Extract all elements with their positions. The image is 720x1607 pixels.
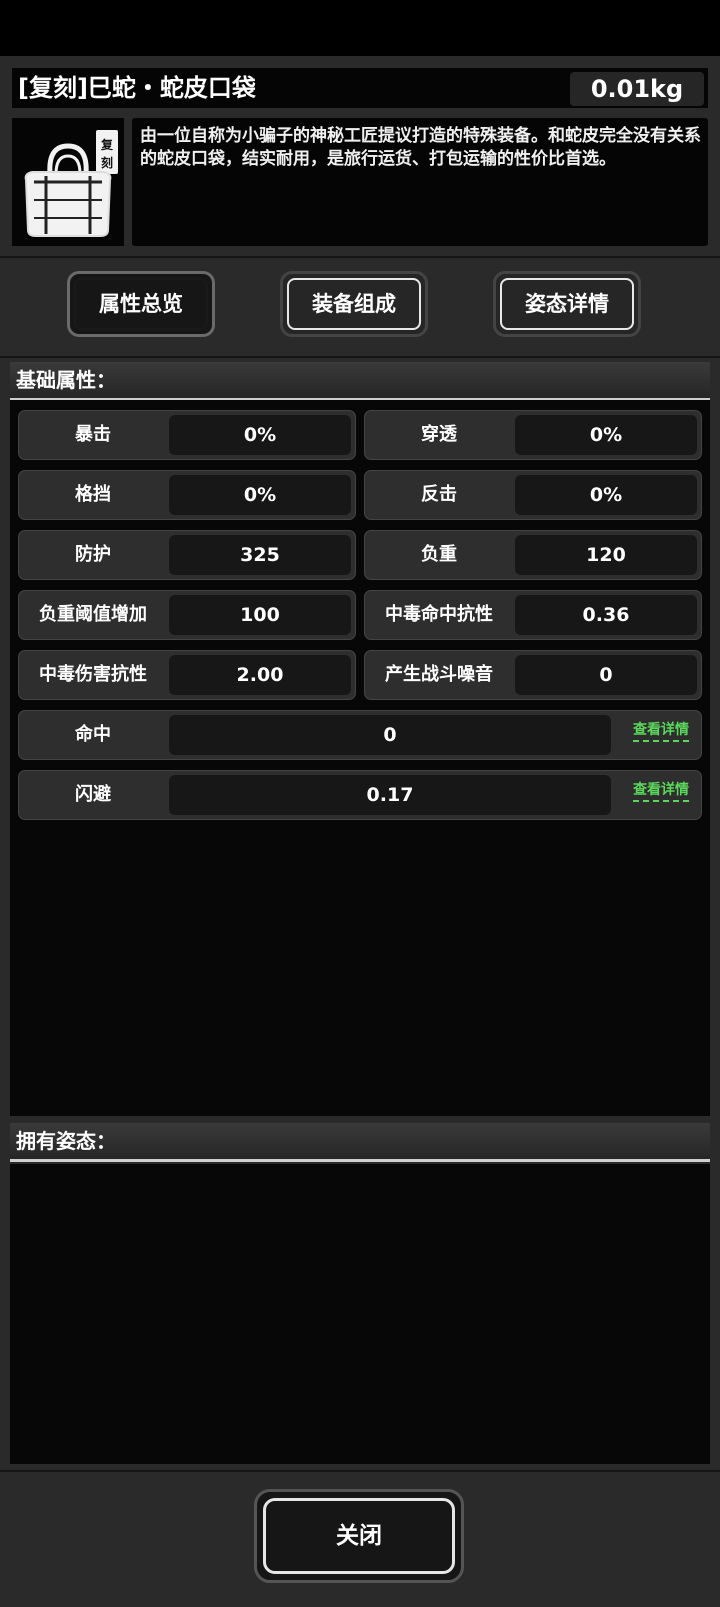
attribute-cell-wide: 命中 0 查看详情	[18, 710, 702, 760]
attribute-value: 325	[169, 535, 351, 575]
attribute-label: 命中	[75, 724, 111, 745]
view-details-link[interactable]: 查看详情	[633, 781, 689, 802]
attribute-cell: 中毒命中抗性 0.36	[364, 590, 702, 640]
attribute-cell: 防护 325	[18, 530, 356, 580]
close-button-label: 关闭	[336, 1523, 382, 1549]
attribute-label: 穿透	[421, 424, 457, 445]
attribute-cell: 暴击 0%	[18, 410, 356, 460]
attribute-value: 0.36	[515, 595, 697, 635]
bag-icon: 复 刻	[24, 130, 118, 237]
attribute-value: 0%	[515, 415, 697, 455]
attribute-label: 防护	[75, 544, 111, 565]
item-description: 由一位自称为小骗子的神秘工匠提议打造的特殊装备。和蛇皮完全没有关系的蛇皮口袋，结…	[140, 126, 701, 169]
attribute-cell: 负重 120	[364, 530, 702, 580]
attribute-cell: 产生战斗噪音 0	[364, 650, 702, 700]
view-details-link[interactable]: 查看详情	[633, 721, 689, 742]
attribute-label: 负重阈值增加	[39, 604, 147, 625]
attribute-label: 格挡	[75, 484, 111, 505]
item-icon-frame: 复 刻	[12, 118, 124, 246]
attribute-label: 闪避	[75, 784, 111, 805]
item-title: [复刻]巳蛇・蛇皮口袋	[18, 74, 256, 102]
tab-equipment-composition[interactable]: 装备组成	[280, 271, 428, 337]
attribute-label: 反击	[421, 484, 457, 505]
attribute-cell: 穿透 0%	[364, 410, 702, 460]
attribute-label: 负重	[421, 544, 457, 565]
attribute-value: 120	[515, 535, 697, 575]
tab-posture-details[interactable]: 姿态详情	[493, 271, 641, 337]
svg-text:刻: 刻	[101, 155, 113, 170]
attribute-value: 0	[169, 715, 611, 755]
attribute-cell: 中毒伤害抗性 2.00	[18, 650, 356, 700]
attribute-value: 100	[169, 595, 351, 635]
posture-list	[10, 1164, 710, 1464]
attribute-cell: 格挡 0%	[18, 470, 356, 520]
attribute-label: 中毒命中抗性	[385, 604, 493, 625]
attribute-value: 0	[515, 655, 697, 695]
attribute-value: 0.17	[169, 775, 611, 815]
attribute-value: 0%	[169, 475, 351, 515]
attribute-value: 0%	[515, 475, 697, 515]
tab-attribute-overview[interactable]: 属性总览	[67, 271, 215, 337]
attribute-label: 中毒伤害抗性	[39, 664, 147, 685]
attribute-cell-wide: 闪避 0.17 查看详情	[18, 770, 702, 820]
attribute-cell: 负重阈值增加 100	[18, 590, 356, 640]
item-weight: 0.01kg	[570, 72, 704, 106]
attribute-label: 产生战斗噪音	[385, 664, 493, 685]
close-button[interactable]: 关闭	[254, 1489, 464, 1583]
attribute-value: 0%	[169, 415, 351, 455]
svg-text:复: 复	[100, 137, 114, 152]
attribute-cell: 反击 0%	[364, 470, 702, 520]
postures-title: 拥有姿态：	[16, 1129, 116, 1153]
attribute-value: 2.00	[169, 655, 351, 695]
basic-attributes-title: 基础属性：	[16, 368, 116, 392]
attribute-label: 暴击	[75, 424, 111, 445]
